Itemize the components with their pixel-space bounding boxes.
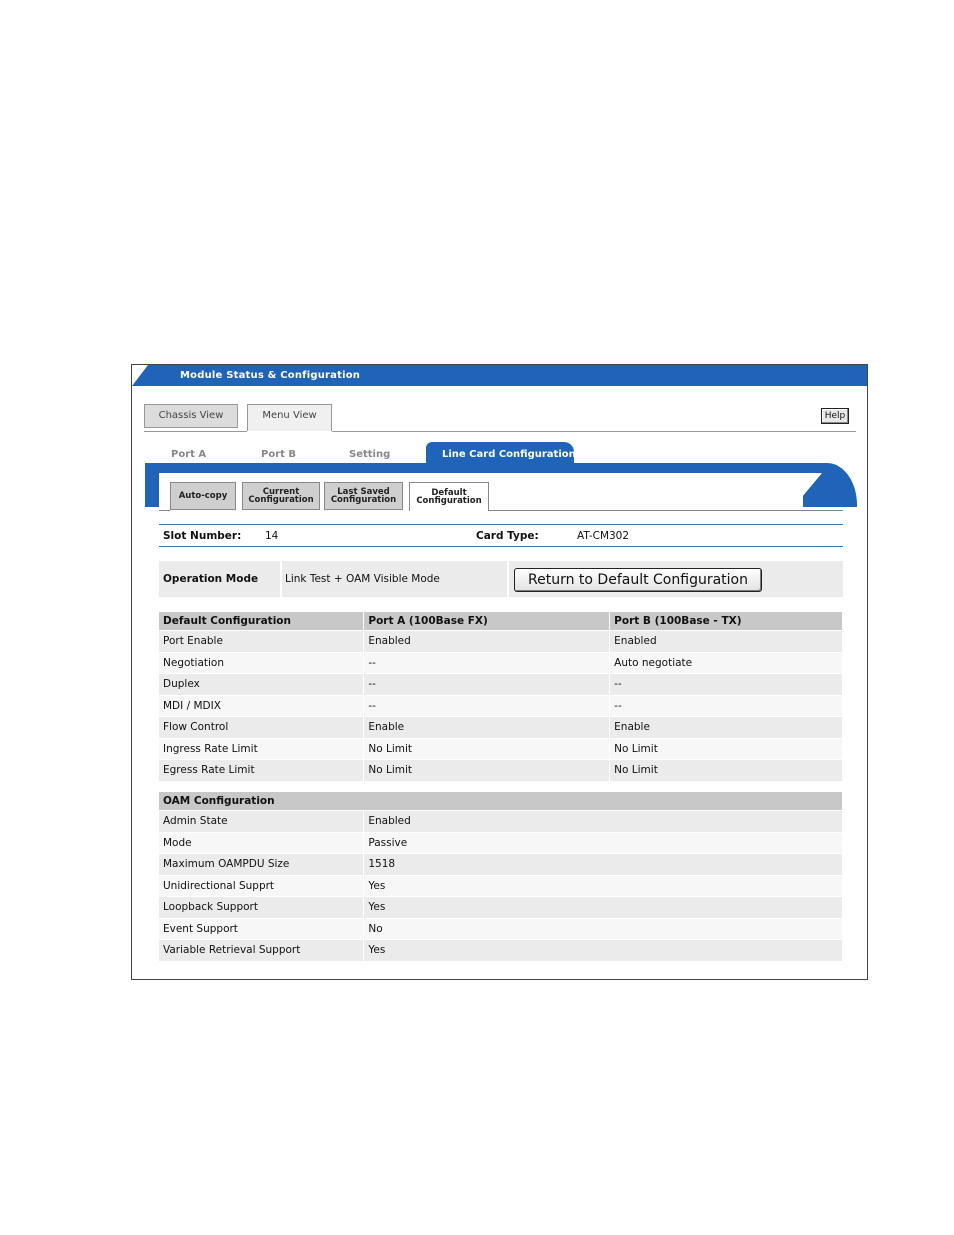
table-cell: Enabled [363,810,843,832]
table-cell: Unidirectional Supprt [159,875,365,897]
table-row: Admin State Enabled [159,810,843,832]
panel-corner [792,473,822,509]
divider [159,546,843,547]
table-cell: -- [363,673,611,695]
table-cell: No Limit [363,738,611,760]
tab-line-card-configuration-label: Line Card Configuration [442,449,576,460]
table-cell: Egress Rate Limit [159,759,365,781]
table-cell: Yes [363,875,843,897]
table-cell: No [363,918,843,940]
table-row: Variable Retrieval Support Yes [159,939,843,961]
table-cell: -- [609,673,843,695]
tab-port-b[interactable]: Port B [261,449,296,460]
table-cell: Yes [363,939,843,961]
table-header-row: OAM Configuration [159,792,843,811]
table-cell: Enable [363,716,611,738]
divider [332,431,856,432]
current-configuration-label: Configuration [248,495,314,505]
table-row: Event Support No [159,918,843,940]
table-row: Unidirectional Supprt Yes [159,875,843,897]
table-cell: Mode [159,832,365,854]
help-button[interactable]: Help [821,408,849,424]
table-cell: Enabled [363,630,611,652]
last-saved-configuration-label: Configuration [330,495,397,505]
table-cell: 1518 [363,853,843,875]
table-cell: Variable Retrieval Support [159,939,365,961]
cell-divider [507,561,509,597]
table-cell: -- [363,652,611,674]
slot-number-value: 14 [265,530,279,542]
tab-menu-view[interactable]: Menu View [247,404,332,431]
operation-mode-value: Link Test + OAM Visible Mode [285,573,440,585]
table-row: Ingress Rate Limit No Limit No Limit [159,738,843,760]
table-cell: Flow Control [159,716,365,738]
table-cell: Duplex [159,673,365,695]
return-to-default-button[interactable]: Return to Default Configuration [514,568,762,592]
oam-configuration-table: OAM Configuration Admin State Enabled Mo… [159,792,843,962]
card-type-value: AT-CM302 [577,530,630,542]
table-row: Loopback Support Yes [159,896,843,918]
module-window: Module Status & Configuration Chassis Vi… [131,364,868,980]
tab-chassis-view[interactable]: Chassis View [144,404,238,428]
window-title: Module Status & Configuration [180,370,361,381]
default-configuration-table: Default Configuration Port A (100Base FX… [159,612,843,782]
title-bar-notch [132,365,148,386]
slot-number-label: Slot Number: [163,530,242,542]
column-header: Default Configuration [159,612,365,631]
auto-copy-label: Auto-copy [178,490,228,501]
table-cell: Maximum OAMPDU Size [159,853,365,875]
table-cell: Loopback Support [159,896,365,918]
table-cell: Passive [363,832,843,854]
table-row: Port Enable Enabled Enabled [159,630,843,652]
divider [159,510,170,511]
table-cell: Port Enable [159,630,365,652]
card-type-label: Card Type: [476,530,539,542]
table-cell: Ingress Rate Limit [159,738,365,760]
table-row: Flow Control Enable Enable [159,716,843,738]
table-cell: No Limit [609,759,843,781]
current-configuration-button[interactable]: Current Configuration [242,482,320,510]
table-cell: -- [363,695,611,717]
table-row: Egress Rate Limit No Limit No Limit [159,759,843,781]
table-cell: Enable [609,716,843,738]
default-configuration-button[interactable]: Default Configuration [409,482,489,511]
table-row: Maximum OAMPDU Size 1518 [159,853,843,875]
cell-divider [280,561,282,597]
tab-setting[interactable]: Setting [349,449,390,460]
default-configuration-label: Configuration [416,496,482,506]
table-row: Duplex -- -- [159,673,843,695]
column-header: Port B (100Base - TX) [609,612,843,631]
table-row: MDI / MDIX -- -- [159,695,843,717]
table-cell: -- [609,695,843,717]
divider [159,524,843,525]
table-cell: Yes [363,896,843,918]
table-cell: MDI / MDIX [159,695,365,717]
divider [144,431,247,432]
divider [489,510,843,511]
last-saved-configuration-button[interactable]: Last Saved Configuration [324,482,403,510]
table-cell: No Limit [363,759,611,781]
table-row: Negotiation -- Auto negotiate [159,652,843,674]
table-row: Mode Passive [159,832,843,854]
auto-copy-button[interactable]: Auto-copy [170,482,236,510]
table-cell: Auto negotiate [609,652,843,674]
title-bar: Module Status & Configuration [132,365,867,386]
table-cell: Negotiation [159,652,365,674]
table-cell: No Limit [609,738,843,760]
column-header: OAM Configuration [159,792,843,811]
tab-port-a[interactable]: Port A [171,449,206,460]
operation-mode-label: Operation Mode [163,573,259,585]
table-header-row: Default Configuration Port A (100Base FX… [159,612,843,631]
table-cell: Enabled [609,630,843,652]
column-header: Port A (100Base FX) [363,612,611,631]
table-cell: Event Support [159,918,365,940]
table-cell: Admin State [159,810,365,832]
